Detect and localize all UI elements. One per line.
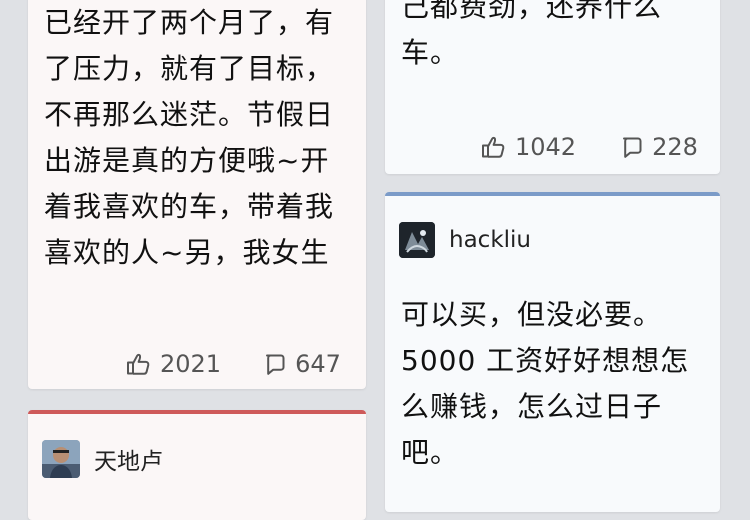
post-card-right-bottom[interactable]: hackliu 可以买，但没必要。 5000 工资好好想想怎 么赚钱，怎么过日子…: [385, 192, 720, 512]
author-name: hackliu: [449, 227, 531, 253]
like-count-value: 1042: [515, 133, 577, 161]
avatar: [42, 440, 80, 478]
post-line: 吧。: [401, 436, 460, 469]
post-text: 己都费劲，还养什么 车。: [385, 0, 720, 76]
post-text: 可以买，但没必要。 5000 工资好好想想怎 么赚钱，怎么过日子 吧。: [385, 292, 720, 476]
like-count[interactable]: 2021: [126, 350, 221, 378]
post-line: 不再那么迷茫。节假日: [44, 98, 335, 131]
thumbs-up-icon: [126, 352, 152, 376]
post-line: 么赚钱，怎么过日子: [401, 390, 663, 423]
post-stats: 1042 228: [481, 133, 698, 161]
post-line: 了压力，就有了目标，: [44, 52, 335, 85]
post-line: 5000 工资好好想想怎: [401, 344, 690, 377]
comment-count[interactable]: 228: [620, 133, 698, 161]
post-line: 已经开了两个月了，有: [44, 6, 335, 39]
card-accent-bar: [28, 410, 366, 414]
card-accent-bar: [385, 192, 720, 196]
post-line: 出游是真的方便哦~开: [44, 144, 330, 177]
comment-count-value: 228: [652, 133, 698, 161]
comment-bubble-icon: [263, 352, 287, 376]
post-line: 喜欢的人~另，我女生: [44, 236, 330, 269]
post-author[interactable]: hackliu: [399, 222, 531, 258]
post-line: 着我喜欢的车，带着我: [44, 190, 335, 223]
post-card-left-bottom[interactable]: 天地卢: [28, 410, 366, 520]
comment-count-value: 647: [295, 350, 341, 378]
comment-count[interactable]: 647: [263, 350, 341, 378]
post-line: 车。: [401, 36, 460, 69]
like-count-value: 2021: [160, 350, 222, 378]
post-author[interactable]: 天地卢: [42, 440, 163, 478]
avatar: [399, 222, 435, 258]
post-card-right-top[interactable]: 己都费劲，还养什么 车。 1042 228: [385, 0, 720, 174]
comment-bubble-icon: [620, 135, 644, 159]
post-card-left-top[interactable]: 已经开了两个月了，有 了压力，就有了目标， 不再那么迷茫。节假日 出游是真的方便…: [28, 0, 366, 389]
post-stats: 2021 647: [126, 350, 341, 378]
author-name: 天地卢: [94, 449, 163, 475]
thumbs-up-icon: [481, 135, 507, 159]
post-text: 已经开了两个月了，有 了压力，就有了目标， 不再那么迷茫。节假日 出游是真的方便…: [28, 0, 366, 276]
feed: 已经开了两个月了，有 了压力，就有了目标， 不再那么迷茫。节假日 出游是真的方便…: [0, 0, 750, 520]
like-count[interactable]: 1042: [481, 133, 576, 161]
post-line: 己都费劲，还养什么: [401, 0, 663, 23]
post-line: 可以买，但没必要。: [401, 298, 663, 331]
